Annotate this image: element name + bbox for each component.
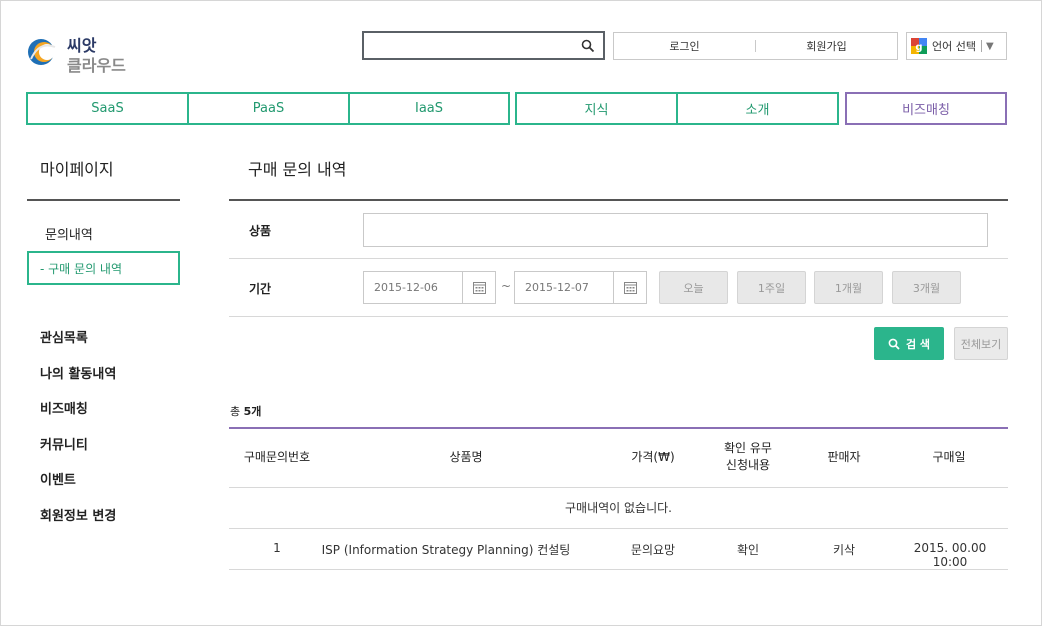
nav-group-info: 지식 소개 [515, 92, 839, 125]
calendar-icon[interactable] [613, 272, 646, 303]
signup-link[interactable]: 회원가입 [756, 38, 897, 54]
table-row-divider [229, 528, 1008, 529]
th-request-content: 신청내용 [725, 458, 771, 472]
google-translate-icon: g [911, 38, 927, 54]
th-seller: 판매자 [827, 450, 861, 464]
date-from-value: 2015-12-06 [374, 281, 438, 294]
range-month-button[interactable]: 1개월 [814, 271, 883, 304]
sidebar-menu: 관심목록 나의 활동내역 비즈매칭 커뮤니티 이벤트 회원정보 변경 [40, 327, 116, 540]
product-input[interactable] [363, 213, 988, 247]
cell-price: 문의요망 [630, 543, 676, 557]
date-to-value: 2015-12-07 [525, 281, 589, 294]
chevron-down-icon: ▼ [985, 40, 994, 52]
svg-text:g: g [915, 42, 922, 53]
page-title: 구매 문의 내역 [248, 160, 347, 179]
sidebar-item-inquiries[interactable]: 문의내역 [45, 224, 93, 243]
show-all-button[interactable]: 전체보기 [954, 327, 1008, 360]
th-price: 가격(₩) [631, 450, 675, 464]
cell-product[interactable]: ISP (Information Strategy Planning) 컨설팅 [301, 541, 591, 558]
cell-status: 확인 [736, 543, 760, 557]
language-select[interactable]: g 언어 선택 ▼ [906, 32, 1007, 60]
th-product-name: 상품명 [449, 450, 483, 464]
logo-text-secondary: 클라우드 [67, 56, 126, 75]
period-label: 기간 [249, 282, 272, 296]
total-value: 5개 [243, 405, 262, 418]
login-link[interactable]: 로그인 [614, 38, 755, 54]
nav-item-paas[interactable]: PaaS [189, 94, 350, 123]
nav-group-services: SaaS PaaS IaaS [26, 92, 510, 125]
sidebar-item-favorites[interactable]: 관심목록 [40, 327, 116, 363]
table-row-divider [229, 487, 1008, 488]
cell-seller: 키삭 [832, 543, 856, 557]
top-search [362, 31, 605, 60]
nav-item-knowledge[interactable]: 지식 [517, 94, 678, 123]
row-divider [229, 258, 1008, 259]
sidebar-item-profile[interactable]: 회원정보 변경 [40, 505, 116, 541]
table-top-rule [229, 427, 1008, 429]
title-divider [229, 199, 1008, 201]
language-divider [980, 40, 982, 52]
range-today-button[interactable]: 오늘 [659, 271, 728, 304]
table-empty-message: 구매내역이 없습니다. [565, 501, 672, 515]
range-week-button[interactable]: 1주일 [737, 271, 806, 304]
date-to-field[interactable]: 2015-12-07 [514, 271, 647, 304]
sidebar-divider [27, 199, 180, 201]
search-icon[interactable] [581, 39, 595, 53]
sidebar-item-community[interactable]: 커뮤니티 [40, 434, 116, 470]
nav-item-saas[interactable]: SaaS [28, 94, 189, 123]
product-label: 상품 [249, 224, 272, 238]
sidebar-item-purchase-inquiries[interactable]: - 구매 문의 내역 [27, 251, 180, 285]
page-frame: 씨앗 클라우드 로그인 회원가입 g 언어 선택 ▼ SaaS PaaS Iaa… [0, 0, 1042, 626]
logo-mark-icon [28, 39, 56, 65]
sidebar-item-bizmatching[interactable]: 비즈매칭 [40, 398, 116, 434]
sidebar-item-activity[interactable]: 나의 활동내역 [40, 363, 116, 399]
date-from-field[interactable]: 2015-12-06 [363, 271, 496, 304]
nav-group-biz: 비즈매칭 [845, 92, 1007, 125]
total-count: 총 5개 [230, 403, 261, 419]
nav-item-bizmatching[interactable]: 비즈매칭 [847, 94, 1005, 123]
nav-item-iaas[interactable]: IaaS [350, 94, 508, 123]
th-confirm-status: 확인 유무 [724, 441, 772, 455]
cell-date: 2015. 00.00 10:00 [913, 541, 987, 569]
total-prefix: 총 [230, 405, 241, 418]
language-label: 언어 선택 [932, 40, 976, 53]
search-button-label: 검 색 [905, 337, 931, 351]
auth-links: 로그인 회원가입 [613, 32, 898, 60]
table-row-divider [229, 569, 1008, 570]
date-separator: ~ [501, 279, 512, 293]
th-purchase-date: 구매일 [932, 450, 966, 464]
top-search-input[interactable] [364, 33, 574, 58]
calendar-icon[interactable] [462, 272, 495, 303]
sidebar-title: 마이페이지 [40, 160, 114, 179]
search-button[interactable]: 검 색 [874, 327, 944, 360]
th-inquiry-number: 구매문의번호 [243, 450, 311, 464]
nav-item-about[interactable]: 소개 [678, 94, 837, 123]
sidebar-item-events[interactable]: 이벤트 [40, 469, 116, 505]
search-icon [888, 338, 900, 350]
row-divider [229, 316, 1008, 317]
range-3month-button[interactable]: 3개월 [892, 271, 961, 304]
logo[interactable]: 씨앗 클라우드 [25, 31, 145, 75]
